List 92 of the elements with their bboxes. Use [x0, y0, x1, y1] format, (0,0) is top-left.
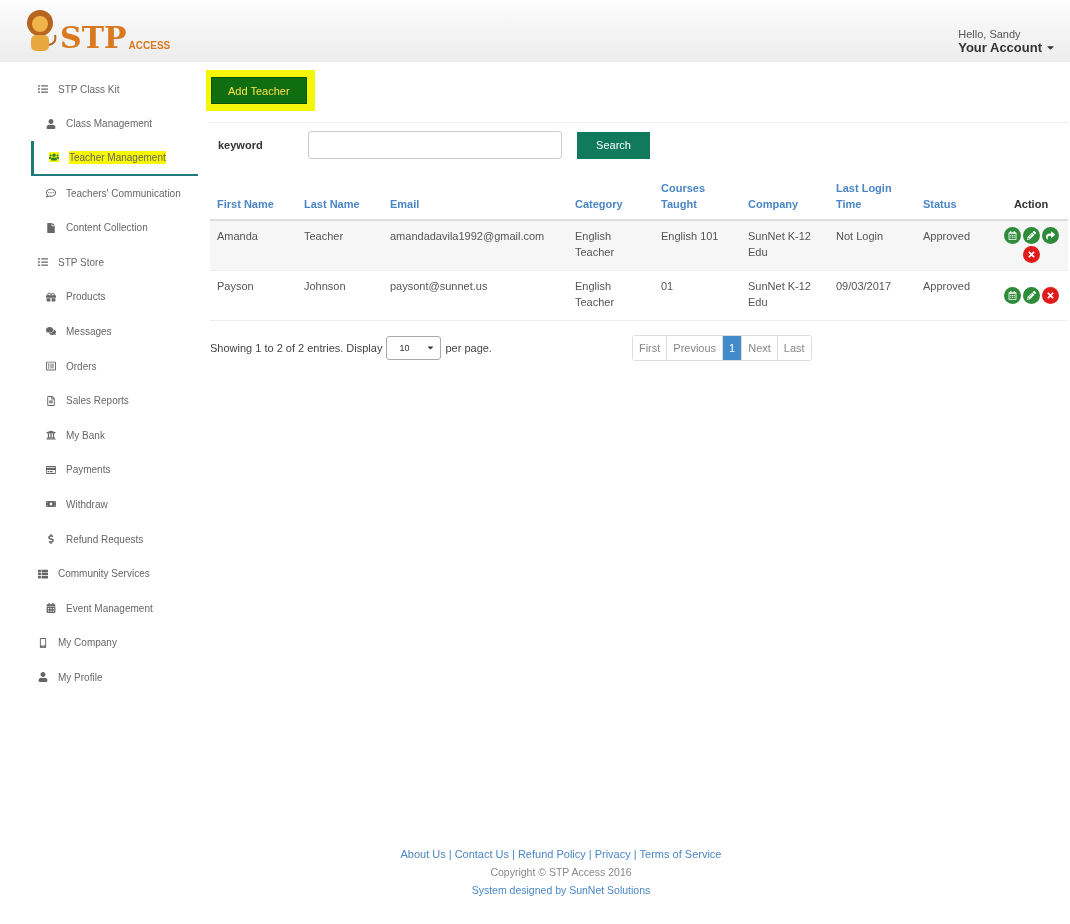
- user-icon: [46, 118, 56, 129]
- users-icon: [49, 152, 59, 163]
- delete-icon[interactable]: [1022, 246, 1040, 264]
- separator: |: [448, 848, 452, 860]
- sidebar-item[interactable]: Teachers' Communication: [0, 175, 202, 211]
- per-page-label: per page.: [445, 341, 492, 354]
- column-header: Courses Taught: [654, 177, 741, 220]
- page-link[interactable]: 1: [722, 335, 742, 360]
- logo-text: STP: [60, 23, 127, 53]
- sidebar-item[interactable]: My Company: [0, 625, 202, 661]
- footer-link[interactable]: Privacy: [594, 848, 631, 860]
- separator: |: [588, 848, 592, 860]
- table-cell: 01: [654, 270, 741, 321]
- table-cell: paysont@sunnet.us: [383, 270, 568, 321]
- list-icon: [38, 568, 48, 579]
- table-cell: SunNet K-12 Edu: [741, 219, 829, 271]
- column-header: First Name: [210, 177, 297, 220]
- table-cell: Approved: [916, 219, 994, 271]
- table-cell: Not Login: [829, 219, 916, 271]
- sidebar-item[interactable]: Event Management: [0, 590, 202, 626]
- table-cell: 09/03/2017: [829, 270, 916, 321]
- sidebar-item[interactable]: Messages: [0, 314, 202, 349]
- footer-link[interactable]: About Us: [400, 848, 446, 860]
- calendar-icon: [46, 603, 56, 614]
- sidebar-item[interactable]: Class Management: [0, 106, 202, 142]
- table-cell: English Teacher: [568, 270, 654, 321]
- sidebar-item[interactable]: Payments: [0, 452, 202, 488]
- keyword-field[interactable]: [308, 131, 562, 159]
- user-icon: [38, 672, 48, 683]
- credit-link[interactable]: System designed by SunNet Solutions: [471, 884, 651, 896]
- edit-icon[interactable]: [1022, 227, 1040, 245]
- copyright: Copyright © STP Access 2016: [490, 866, 632, 878]
- table-cell: English 101: [654, 219, 741, 271]
- banknote-icon: [46, 499, 56, 510]
- footer-link[interactable]: Contact Us: [454, 848, 510, 860]
- column-header: Last Name: [297, 177, 383, 220]
- sidebar-item[interactable]: My Bank: [0, 417, 202, 453]
- sidebar-item[interactable]: Sales Reports: [0, 383, 202, 418]
- logo-subtext: ACCESS: [128, 40, 171, 51]
- page-link[interactable]: Last: [776, 335, 811, 360]
- list-icon: [46, 361, 56, 372]
- sidebar-item[interactable]: Refund Requests: [0, 521, 202, 557]
- document-icon: [46, 395, 56, 406]
- sidebar-item[interactable]: Orders: [0, 348, 202, 384]
- list-icon: [38, 84, 48, 95]
- table-cell: Amanda: [210, 219, 297, 271]
- sidebar-item[interactable]: STP Class Kit: [0, 72, 202, 107]
- separator: |: [633, 848, 637, 860]
- edit-icon[interactable]: [1022, 286, 1040, 304]
- sidebar-item[interactable]: My Profile: [0, 660, 202, 695]
- sidebar-item[interactable]: Community Services: [0, 556, 202, 591]
- column-header: Category: [568, 177, 654, 220]
- file-icon: [46, 222, 56, 233]
- column-header: Status: [916, 177, 994, 220]
- sidebar-item[interactable]: Withdraw: [0, 487, 202, 522]
- account-menu[interactable]: Your Account: [958, 39, 1056, 55]
- search-button[interactable]: Search: [577, 131, 650, 159]
- sidebar-item[interactable]: Teacher Management: [31, 141, 198, 176]
- page-size-select[interactable]: 10: [386, 335, 442, 360]
- table-cell: amandadavila1992@gmail.com: [383, 219, 568, 271]
- calendar-icon[interactable]: [1003, 227, 1021, 245]
- chat-icon: [46, 188, 56, 199]
- credit-card-icon: [46, 464, 56, 475]
- footer-link[interactable]: Refund Policy: [517, 848, 586, 860]
- table-cell: Johnson: [297, 270, 383, 321]
- table-cell: Teacher: [297, 219, 383, 271]
- sidebar-item[interactable]: Products: [0, 279, 202, 315]
- share-icon[interactable]: [1041, 227, 1059, 245]
- gift-icon: [46, 291, 56, 302]
- table-cell: Approved: [916, 270, 994, 321]
- keyword-label: keyword: [218, 139, 264, 151]
- greeting: Hello, Sandy: [958, 27, 1022, 40]
- dollar-icon: [46, 534, 56, 544]
- table-cell: SunNet K-12 Edu: [741, 270, 829, 321]
- column-header: Last Login Time: [829, 177, 916, 220]
- footer-link[interactable]: Terms of Service: [639, 848, 722, 860]
- bank-icon: [46, 430, 56, 441]
- table-cell: English Teacher: [568, 219, 654, 271]
- add-teacher-button[interactable]: Add Teacher: [211, 77, 307, 104]
- comments-icon: [46, 326, 56, 337]
- separator: |: [512, 848, 515, 860]
- list-icon: [38, 257, 48, 268]
- column-header: Email: [383, 177, 568, 220]
- delete-icon[interactable]: [1041, 286, 1059, 304]
- table-cell: Payson: [210, 270, 297, 321]
- sidebar-item[interactable]: STP Store: [0, 244, 202, 280]
- column-header: Company: [741, 177, 829, 220]
- calendar-icon[interactable]: [1003, 286, 1021, 304]
- entries-info: Showing 1 to 2 of 2 entries. Display: [210, 341, 383, 354]
- sidebar-item[interactable]: Content Collection: [0, 210, 202, 245]
- column-header: Action: [994, 177, 1068, 220]
- phone-icon: [38, 637, 48, 648]
